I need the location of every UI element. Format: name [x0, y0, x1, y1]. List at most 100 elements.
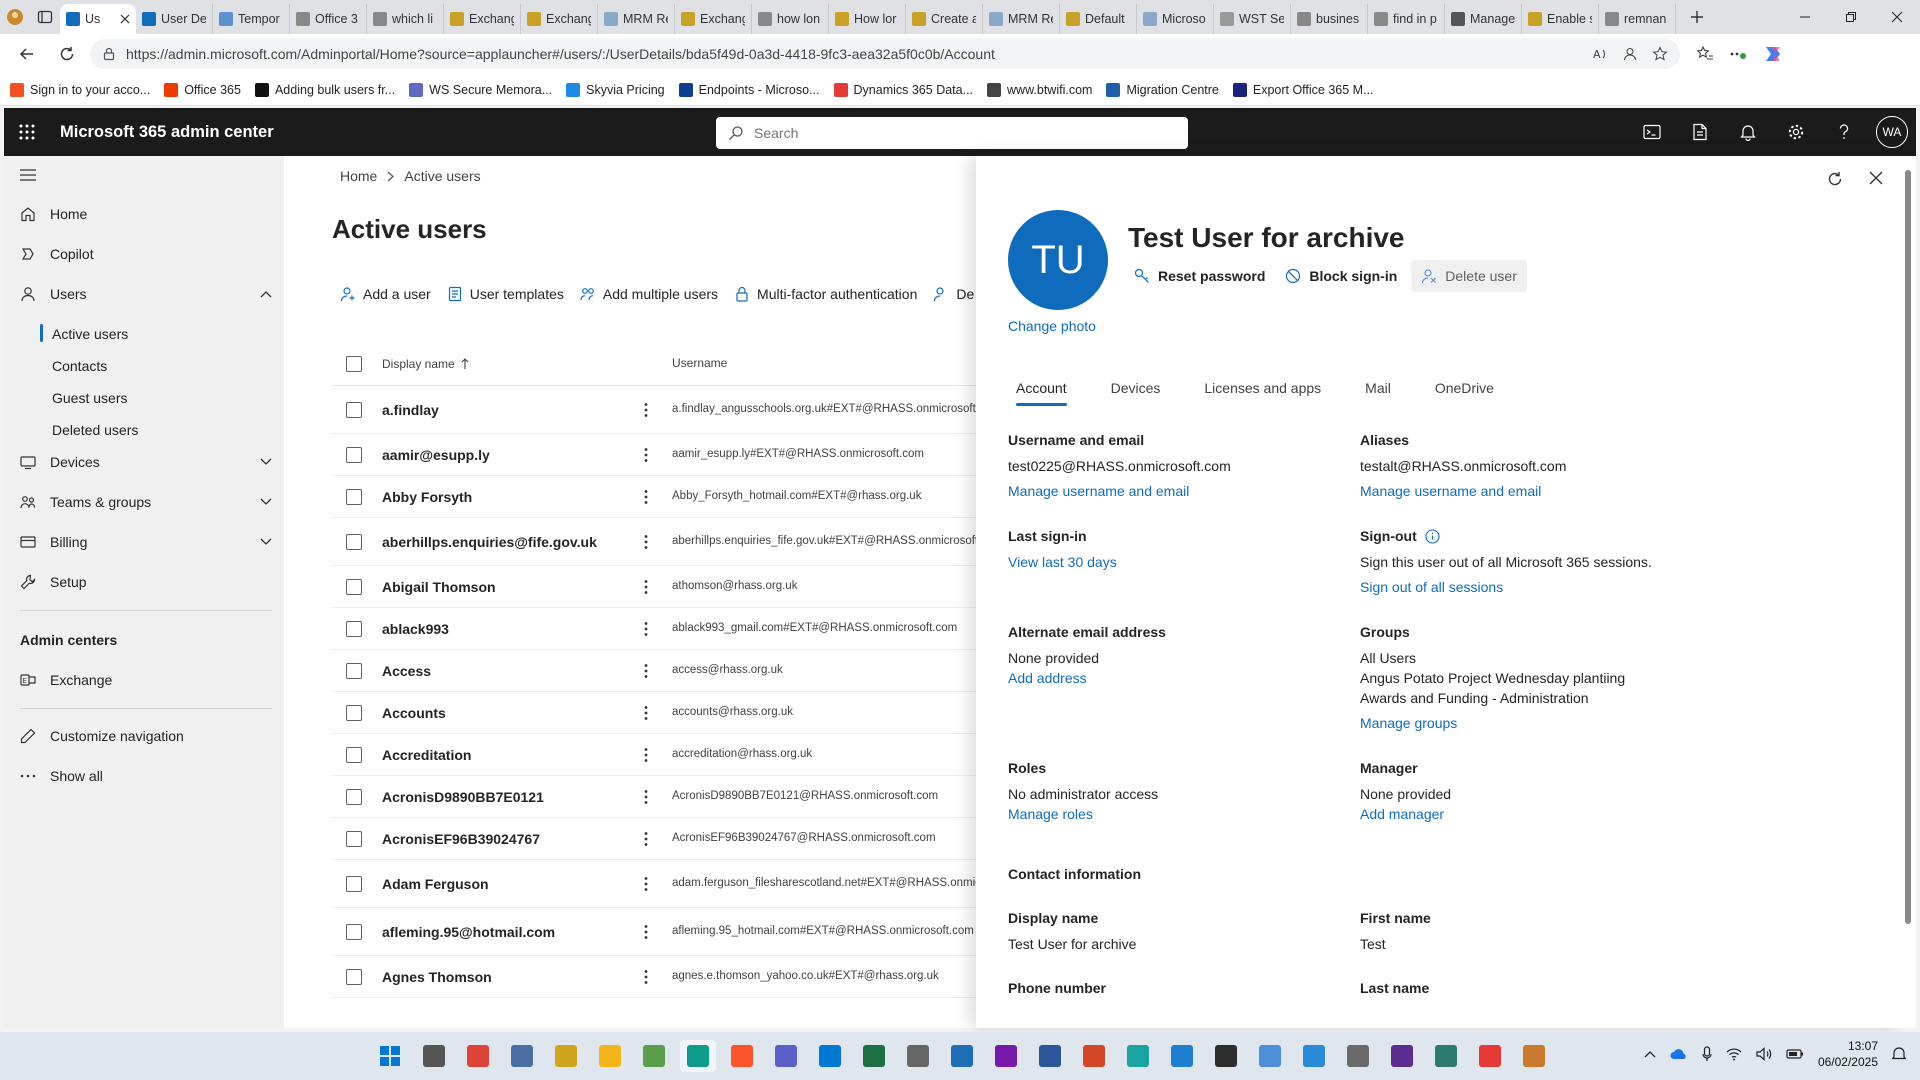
anydesk-icon[interactable] [1472, 1040, 1508, 1072]
browser-tab[interactable]: Microso [1137, 4, 1214, 34]
browser-tab[interactable]: Exchang [675, 4, 752, 34]
extensions-icon[interactable] [1728, 45, 1748, 63]
url-field[interactable]: https://admin.microsoft.com/Adminportal/… [90, 39, 1680, 69]
refresh-panel-icon[interactable] [1826, 170, 1844, 188]
copilot-icon[interactable] [1762, 43, 1784, 65]
user-display-name[interactable]: ablack993 [362, 621, 624, 637]
table-row[interactable]: Accounts accounts@rhass.org.uk [332, 692, 976, 734]
row-checkbox[interactable] [346, 446, 362, 463]
more-actions-icon[interactable] [624, 534, 668, 550]
volume-icon[interactable] [1756, 1047, 1772, 1061]
chevron-down-icon[interactable] [260, 538, 272, 546]
chrome-icon[interactable] [460, 1040, 496, 1072]
more-actions-icon[interactable] [624, 579, 668, 595]
archive-icon[interactable] [1252, 1040, 1288, 1072]
browser-tab[interactable]: Manage [1445, 4, 1522, 34]
row-checkbox[interactable] [346, 620, 362, 637]
chevron-up-icon[interactable] [260, 290, 272, 298]
remote-desktop-icon[interactable] [1296, 1040, 1332, 1072]
row-checkbox[interactable] [346, 746, 362, 763]
whats-new-icon[interactable] [1676, 108, 1724, 156]
nav-teams-groups[interactable]: Teams & groups [20, 494, 272, 510]
row-checkbox[interactable] [346, 401, 362, 418]
nav-contacts[interactable]: Contacts [52, 358, 107, 374]
search-box[interactable] [716, 117, 1188, 149]
chevron-down-icon[interactable] [260, 458, 272, 466]
breadcrumb-home[interactable]: Home [340, 168, 377, 184]
user-display-name[interactable]: AcronisEF96B39024767 [362, 831, 624, 847]
browser-tab-active[interactable]: Us [60, 4, 136, 34]
onenote-icon[interactable] [988, 1040, 1024, 1072]
add-multiple-users-button[interactable]: Add multiple users [580, 286, 718, 302]
table-row[interactable]: AcronisEF96B39024767 AcronisEF96B39024767… [332, 818, 976, 860]
table-row[interactable]: Abby Forsyth Abby_Forsyth_hotmail.com#EXT… [332, 476, 976, 518]
nav-active-users[interactable]: Active users [39, 324, 128, 342]
new-tab-button[interactable] [1682, 0, 1712, 34]
teams-icon[interactable] [768, 1040, 804, 1072]
browser-tab[interactable]: find in p [1368, 4, 1445, 34]
row-checkbox[interactable] [346, 788, 362, 805]
tab-licenses-and-apps[interactable]: Licenses and apps [1196, 374, 1329, 406]
nav-customize-navigation[interactable]: Customize navigation [20, 728, 272, 744]
row-checkbox[interactable] [346, 578, 362, 595]
scrollbar-thumb[interactable] [1905, 170, 1911, 924]
start-icon[interactable] [372, 1040, 408, 1072]
delete-user-command[interactable]: De [933, 286, 974, 302]
dns-icon[interactable] [548, 1040, 584, 1072]
onedrive-icon[interactable] [1670, 1048, 1688, 1060]
table-row[interactable]: aamir@esupp.ly aamir_esupp.ly#EXT#@RHASS.… [332, 434, 976, 476]
read-aloud-icon[interactable]: A [1592, 46, 1608, 62]
browser-tab[interactable]: User De [136, 4, 213, 34]
tab-onedrive[interactable]: OneDrive [1427, 374, 1502, 406]
row-checkbox[interactable] [346, 704, 362, 721]
more-actions-icon[interactable] [624, 705, 668, 721]
favorite-link[interactable]: Office 365 [164, 82, 241, 97]
delete-user-button[interactable]: Delete user [1411, 260, 1527, 292]
browser-tab[interactable]: how lon [752, 4, 829, 34]
nav-deleted-users[interactable]: Deleted users [52, 422, 138, 438]
select-all-checkbox[interactable] [346, 355, 362, 372]
user-display-name[interactable]: aberhillps.enquiries@fife.gov.uk [362, 534, 624, 550]
terminal-icon[interactable] [1208, 1040, 1244, 1072]
edge-icon[interactable] [680, 1040, 716, 1072]
browser-tab[interactable]: MRM Re [983, 4, 1060, 34]
nav-copilot[interactable]: Copilot [20, 246, 272, 262]
reset-password-button[interactable]: Reset password [1128, 260, 1271, 292]
nav-guest-users[interactable]: Guest users [52, 390, 127, 406]
table-row[interactable]: aberhillps.enquiries@fife.gov.uk aberhill… [332, 518, 976, 566]
user-display-name[interactable]: aamir@esupp.ly [362, 447, 624, 463]
word-icon[interactable] [1032, 1040, 1068, 1072]
minimize-icon[interactable] [1782, 0, 1828, 34]
row-checkbox[interactable] [346, 662, 362, 679]
favorite-link[interactable]: Endpoints - Microso... [678, 82, 820, 97]
browser-tab[interactable]: which li [367, 4, 444, 34]
nav-setup[interactable]: Setup [20, 574, 272, 590]
user-display-name[interactable]: Adam Ferguson [362, 876, 624, 892]
settings-gear-icon[interactable] [1772, 108, 1820, 156]
vscode-icon[interactable] [1164, 1040, 1200, 1072]
powerpoint-icon[interactable] [1076, 1040, 1112, 1072]
app-launcher-icon[interactable] [4, 108, 50, 156]
mfa-button[interactable]: Multi-factor authentication [734, 286, 917, 302]
favorite-link[interactable]: Export Office 365 M... [1232, 82, 1374, 97]
table-row[interactable]: afleming.95@hotmail.com afleming.95_hotma… [332, 908, 976, 956]
favorite-link[interactable]: Migration Centre [1106, 82, 1219, 97]
browser-tab[interactable]: Enable s [1522, 4, 1599, 34]
manage-aliases-link[interactable]: Manage username and email [1360, 481, 1566, 501]
more-actions-icon[interactable] [624, 747, 668, 763]
table-row[interactable]: Agnes Thomson agnes.e.thomson_yahoo.co.uk… [332, 956, 976, 998]
manage-roles-link[interactable]: Manage roles [1008, 804, 1158, 824]
notification-bell-icon[interactable] [1892, 1046, 1906, 1062]
more-actions-icon[interactable] [624, 621, 668, 637]
help-icon[interactable] [1820, 108, 1868, 156]
search-input[interactable] [754, 125, 1176, 141]
browser-tab[interactable]: How lor [829, 4, 906, 34]
more-actions-icon[interactable] [624, 663, 668, 679]
more-actions-icon[interactable] [624, 876, 668, 892]
app-title[interactable]: Microsoft 365 admin center [60, 123, 274, 142]
restore-icon[interactable] [1828, 0, 1874, 34]
media-icon[interactable] [1516, 1040, 1552, 1072]
calculator-icon[interactable] [900, 1040, 936, 1072]
file-manager-icon[interactable] [504, 1040, 540, 1072]
browser-tab[interactable]: Create a [906, 4, 983, 34]
